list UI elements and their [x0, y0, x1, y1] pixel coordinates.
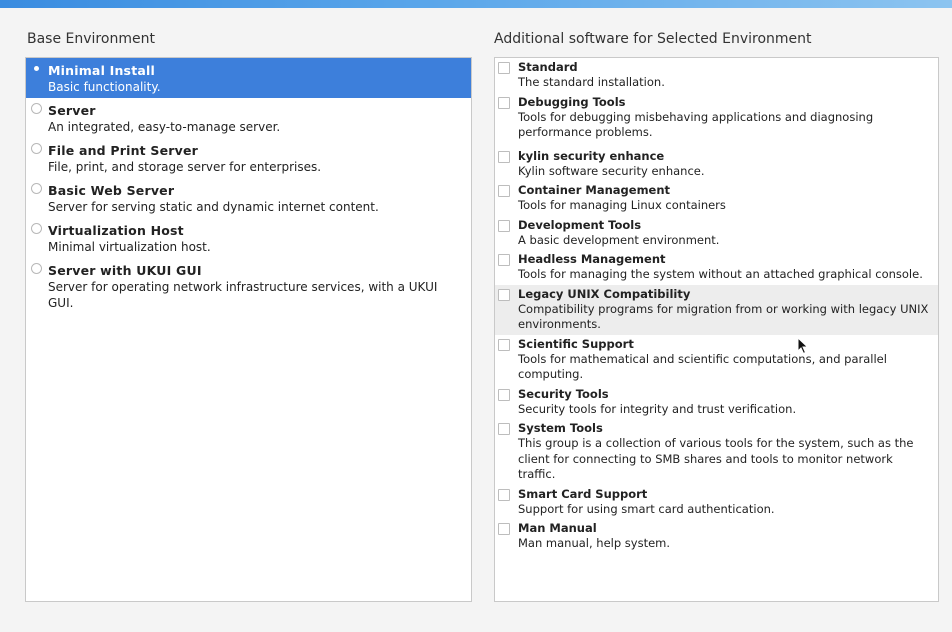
addon-item-desc: Man manual, help system. [518, 536, 671, 550]
addon-item-name: Headless Management [518, 252, 666, 266]
checkbox-icon[interactable] [498, 219, 510, 232]
additional-software-list: Standard The standard installation. Debu… [494, 57, 939, 602]
checkbox-icon[interactable] [498, 185, 510, 197]
env-item-name: Virtualization Host [48, 223, 184, 238]
mouse-cursor-icon [797, 337, 809, 355]
addon-item-name: Container Management [518, 183, 671, 197]
addon-item-desc: Compatibility programs for migration fro… [518, 301, 929, 332]
checkbox-icon[interactable] [498, 288, 510, 301]
addon-item-name: System Tools [518, 421, 603, 435]
radio-icon[interactable] [31, 223, 42, 234]
env-item-desc: Server for operating network infrastruct… [48, 280, 438, 310]
header-accent-bar [0, 0, 952, 8]
addon-item-desc: Tools for managing the system without an… [518, 267, 923, 281]
checkbox-icon[interactable] [498, 150, 510, 163]
radio-selected-icon[interactable] [31, 63, 42, 74]
addon-item-name: Security Tools [518, 386, 609, 401]
checkbox-icon[interactable] [498, 62, 510, 74]
env-item-desc: File, print, and storage server for ente… [48, 160, 322, 174]
addon-item-name: Standard [518, 60, 578, 74]
checkbox-icon[interactable] [498, 338, 510, 351]
radio-icon[interactable] [31, 263, 42, 274]
addon-item-security-tools[interactable]: Security Tools Security tools for integr… [495, 385, 938, 420]
addon-item-desc: The standard installation. [518, 75, 665, 89]
addon-item-desc: Support for using smart card authenticat… [518, 501, 775, 516]
addon-item-standard[interactable]: Standard The standard installation. [495, 58, 938, 93]
addon-item-desc: Tools for debugging misbehaving applicat… [518, 109, 874, 140]
addon-item-name: Smart Card Support [518, 486, 648, 501]
addon-item-man-manual[interactable]: Man Manual Man manual, help system. [495, 519, 938, 554]
addon-item-desc: Kylin software security enhance. [518, 163, 705, 178]
env-item-virtualization-host[interactable]: Virtualization Host Minimal virtualizati… [26, 218, 471, 258]
checkbox-icon[interactable] [498, 423, 510, 435]
checkbox-icon[interactable] [498, 523, 510, 535]
addon-item-headless-management[interactable]: Headless Management Tools for managing t… [495, 250, 938, 285]
radio-icon[interactable] [31, 143, 42, 154]
addon-item-scientific-support[interactable]: Scientific Support Tools for mathematica… [495, 335, 938, 385]
env-item-server-with-ukui-gui[interactable]: Server with UKUI GUI Server for operatin… [26, 258, 471, 314]
addon-item-debugging-tools[interactable]: Debugging Tools Tools for debugging misb… [495, 93, 938, 143]
addon-item-system-tools[interactable]: System Tools This group is a collection … [495, 419, 938, 485]
env-item-server[interactable]: Server An integrated, easy-to-manage ser… [26, 98, 471, 138]
env-item-desc: Basic functionality. [48, 80, 161, 94]
addon-item-name: Development Tools [518, 217, 642, 232]
radio-icon[interactable] [31, 103, 42, 114]
env-item-minimal-install[interactable]: Minimal Install Basic functionality. [26, 58, 471, 98]
addon-item-desc: Tools for managing Linux containers [518, 198, 726, 212]
checkbox-icon[interactable] [498, 254, 510, 266]
env-item-name: Minimal Install [48, 63, 155, 78]
env-item-file-and-print-server[interactable]: File and Print Server File, print, and s… [26, 138, 471, 178]
addon-item-name: Scientific Support [518, 336, 634, 351]
addon-item-name: Debugging Tools [518, 94, 626, 109]
env-item-name: File and Print Server [48, 143, 199, 158]
radio-icon[interactable] [31, 183, 42, 194]
env-item-name: Basic Web Server [48, 183, 175, 198]
addon-item-name: kylin security enhance [518, 148, 665, 163]
addon-item-kylin-security-enhance[interactable]: kylin security enhance Kylin software se… [495, 147, 938, 182]
addon-item-desc: Security tools for integrity and trust v… [518, 401, 797, 416]
addon-item-name: Man Manual [518, 521, 597, 535]
addon-item-smart-card-support[interactable]: Smart Card Support Support for using sma… [495, 485, 938, 520]
addon-item-desc: Tools for mathematical and scientific co… [518, 351, 887, 382]
checkbox-icon[interactable] [498, 488, 510, 501]
addon-item-container-management[interactable]: Container Management Tools for managing … [495, 181, 938, 216]
env-item-desc: Minimal virtualization host. [48, 240, 211, 254]
addon-item-legacy-unix-compatibility[interactable]: Legacy UNIX Compatibility Compatibility … [495, 284, 938, 335]
base-environment-title: Base Environment [27, 31, 155, 47]
env-item-desc: An integrated, easy-to-manage server. [48, 120, 281, 134]
env-item-basic-web-server[interactable]: Basic Web Server Server for serving stat… [26, 178, 471, 218]
checkbox-icon[interactable] [498, 388, 510, 401]
base-environment-list: Minimal Install Basic functionality. Ser… [25, 57, 472, 602]
addon-item-desc: A basic development environment. [518, 232, 720, 247]
env-item-name: Server with UKUI GUI [48, 263, 202, 278]
additional-software-title: Additional software for Selected Environ… [494, 31, 812, 47]
checkbox-icon[interactable] [498, 96, 510, 109]
addon-item-desc: This group is a collection of various to… [518, 436, 914, 481]
addon-item-name: Legacy UNIX Compatibility [518, 286, 691, 301]
env-item-desc: Server for serving static and dynamic in… [48, 200, 379, 214]
env-item-name: Server [48, 103, 96, 118]
addon-item-development-tools[interactable]: Development Tools A basic development en… [495, 216, 938, 251]
